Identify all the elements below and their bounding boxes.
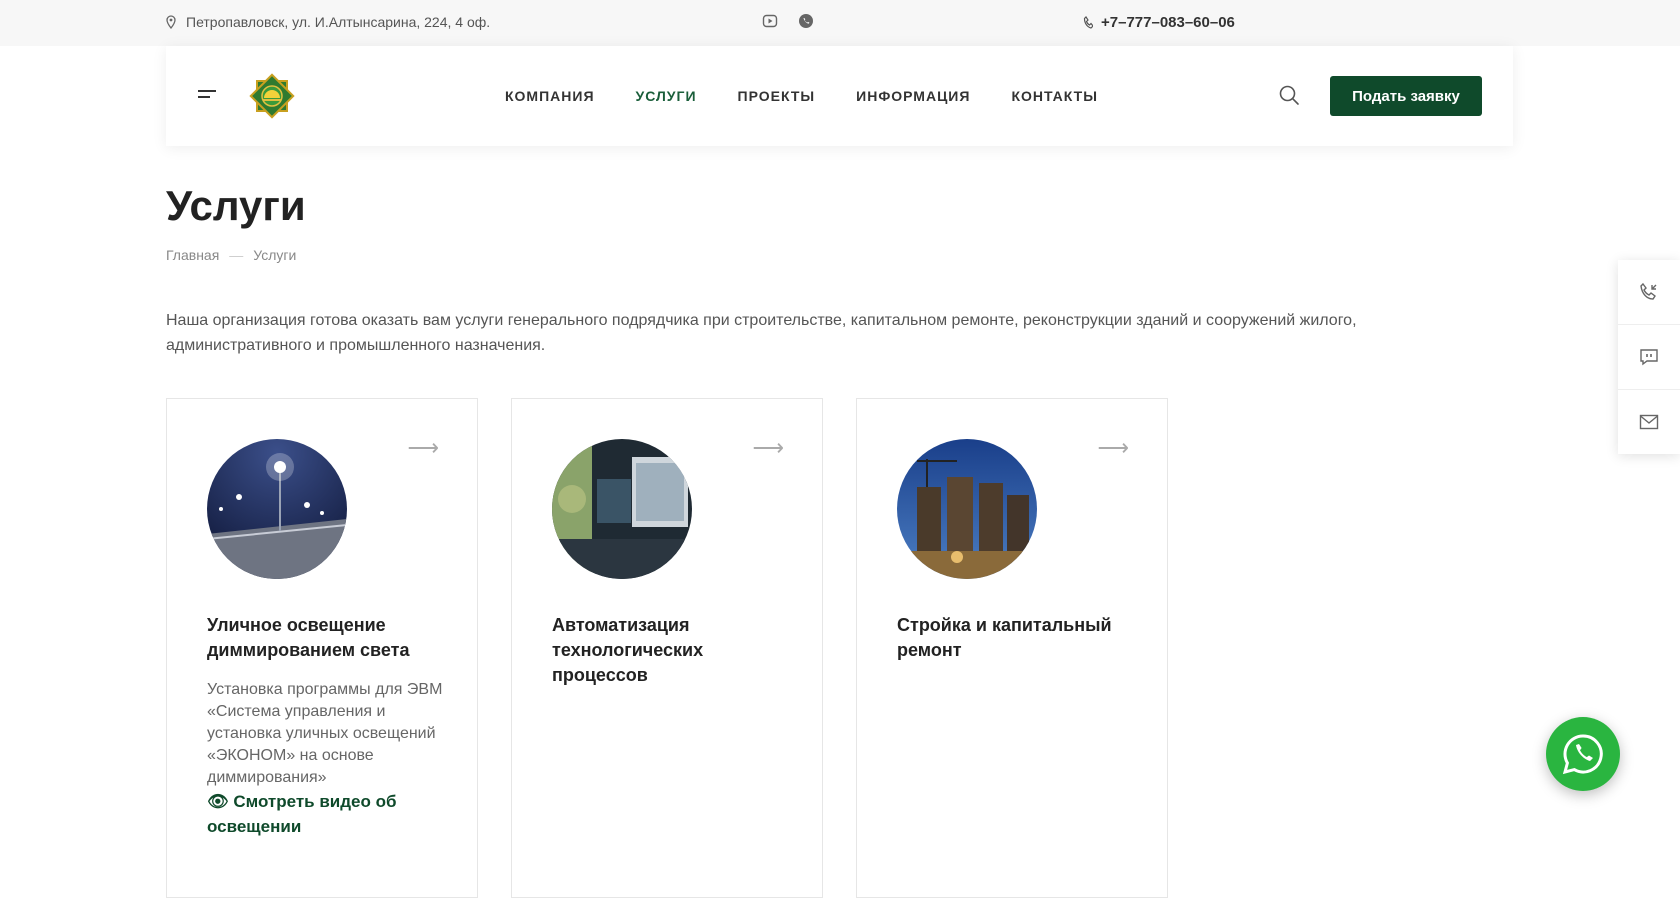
side-mail[interactable]: [1618, 390, 1680, 454]
address-text: Петропавловск, ул. И.Алтынсарина, 224, 4…: [186, 14, 491, 30]
main-nav: КОМПАНИЯ УСЛУГИ ПРОЕКТЫ ИНФОРМАЦИЯ КОНТА…: [505, 88, 1098, 104]
control-room-photo[interactable]: [552, 439, 692, 579]
whatsapp-float-button[interactable]: [1546, 717, 1620, 791]
watch-video-link[interactable]: 👁 Смотреть видео об освещении: [207, 789, 457, 839]
construction-site-photo[interactable]: [897, 439, 1037, 579]
top-bar: Петропавловск, ул. И.Алтынсарина, 224, 4…: [0, 0, 1680, 46]
youtube-icon[interactable]: [762, 13, 778, 29]
nav-projects[interactable]: ПРОЕКТЫ: [738, 88, 816, 104]
breadcrumb-current: Услуги: [253, 247, 297, 263]
nav-contacts[interactable]: КОНТАКТЫ: [1011, 88, 1097, 104]
side-contact-panel: [1618, 260, 1680, 454]
mail-icon: [1639, 414, 1659, 430]
breadcrumb-separator: —: [229, 247, 244, 263]
arrow-right-icon[interactable]: ⟶: [1097, 435, 1129, 461]
submit-request-button[interactable]: Подать заявку: [1330, 76, 1482, 116]
header-phone[interactable]: +7–777–083–60–06: [1083, 14, 1235, 31]
arrow-right-icon[interactable]: ⟶: [752, 435, 784, 461]
chat-icon: [1640, 349, 1658, 366]
whatsapp-icon[interactable]: [798, 13, 814, 29]
arrow-right-icon[interactable]: ⟶: [407, 435, 439, 461]
location-pin-icon: [166, 15, 176, 29]
social-links: [762, 13, 814, 29]
watch-video-label: Смотреть видео об освещении: [207, 792, 397, 836]
intro-text: Наша организация готова оказать вам услу…: [166, 312, 1357, 354]
menu-burger-icon[interactable]: [198, 90, 216, 102]
service-card[interactable]: ⟶ Уличное освещение диммированием света …: [166, 398, 478, 898]
service-card[interactable]: ⟶ Стройка и капитальный ремонт: [856, 398, 1168, 898]
phone-number: +7–777–083–60–06: [1101, 14, 1235, 31]
phone-callback-icon: [1640, 282, 1657, 300]
service-card-title[interactable]: Автоматизация технологических процессов: [552, 613, 792, 688]
nav-company[interactable]: КОМПАНИЯ: [505, 88, 595, 104]
address: Петропавловск, ул. И.Алтынсарина, 224, 4…: [166, 14, 490, 30]
phone-icon: [1083, 15, 1093, 29]
service-card-title[interactable]: Уличное освещение диммированием света: [207, 613, 447, 663]
breadcrumb: Главная — Услуги: [166, 247, 296, 263]
search-icon[interactable]: [1278, 84, 1300, 106]
page-title: Услуги: [166, 182, 306, 229]
nav-services[interactable]: УСЛУГИ: [636, 88, 697, 104]
breadcrumb-home[interactable]: Главная: [166, 247, 219, 263]
nav-information[interactable]: ИНФОРМАЦИЯ: [856, 88, 970, 104]
street-lights-photo[interactable]: [207, 439, 347, 579]
service-card[interactable]: ⟶ Автоматизация технологических процессо…: [511, 398, 823, 898]
service-card-title[interactable]: Стройка и капитальный ремонт: [897, 613, 1137, 663]
company-logo[interactable]: [246, 70, 298, 122]
eye-icon: 👁: [207, 792, 229, 811]
side-callback[interactable]: [1618, 260, 1680, 325]
main-header: КОМПАНИЯ УСЛУГИ ПРОЕКТЫ ИНФОРМАЦИЯ КОНТА…: [166, 46, 1513, 146]
service-card-description: Установка программы для ЭВМ «Система упр…: [207, 681, 443, 786]
whatsapp-icon: [1562, 734, 1603, 775]
side-chat[interactable]: [1618, 325, 1680, 390]
